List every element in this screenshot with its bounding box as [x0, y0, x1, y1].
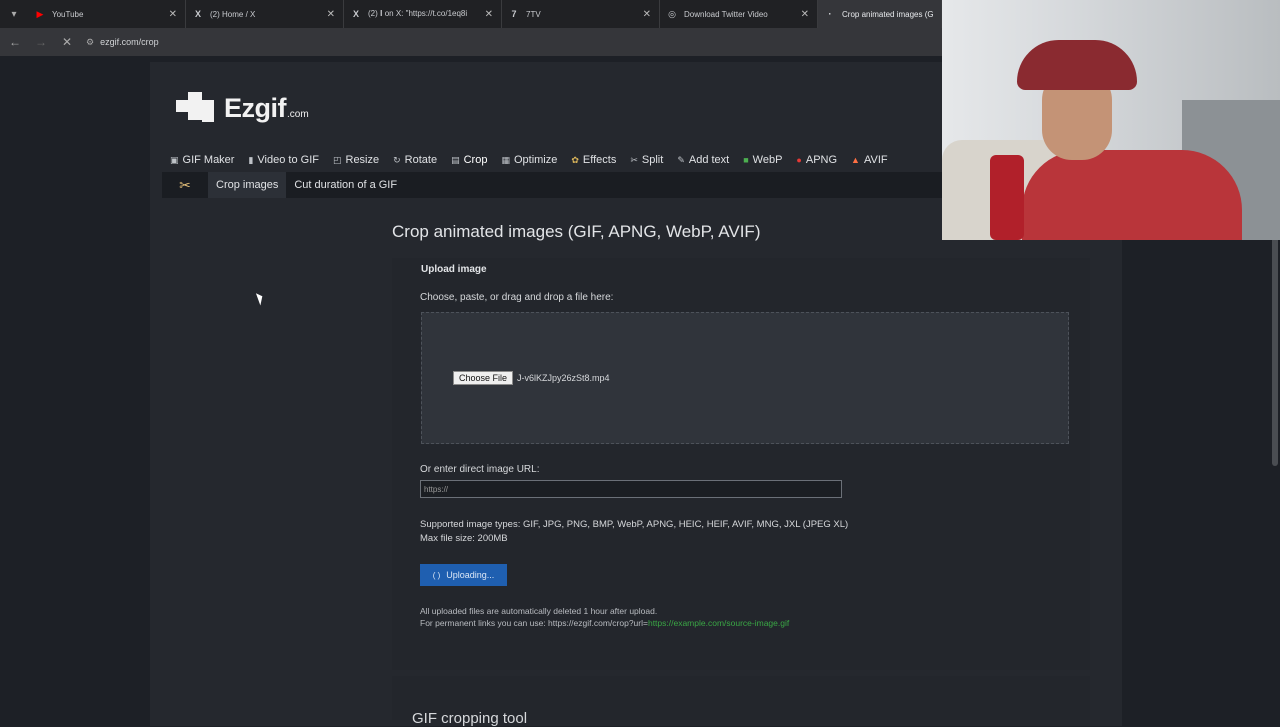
tab-ezgif-crop[interactable]: · Crop animated images (GIF, A: [818, 0, 942, 28]
spinner-icon: ( ): [432, 570, 441, 580]
tab-search-dropdown[interactable]: ▾: [0, 0, 28, 28]
close-icon[interactable]: ✕: [169, 9, 177, 20]
scrollbar-thumb[interactable]: [1272, 236, 1278, 466]
nav-resize[interactable]: ◰ Resize: [333, 154, 379, 166]
image-url-input[interactable]: https://: [420, 480, 842, 498]
scissors-icon: ✂: [179, 176, 191, 193]
nav-webp[interactable]: ■ WebP: [743, 154, 782, 166]
effects-icon: ✿: [571, 154, 579, 165]
avif-icon: ▲: [851, 155, 860, 165]
apng-icon: ●: [796, 155, 802, 165]
cropping-tool-title: GIF cropping tool: [412, 710, 528, 727]
split-icon: ✂: [630, 154, 638, 165]
upload-note: All uploaded files are automatically del…: [420, 606, 790, 628]
camera-icon: ▣: [170, 154, 179, 165]
example-link[interactable]: https://example.com/source-image.gif: [648, 618, 789, 628]
forward-button[interactable]: →: [30, 31, 52, 53]
x-icon: X: [352, 9, 359, 19]
rotate-icon: ↻: [393, 154, 401, 165]
choose-file-button[interactable]: Choose File: [453, 371, 514, 385]
tab-7tv[interactable]: 7 7TV ✕: [502, 0, 660, 28]
nav-effects[interactable]: ✿ Effects: [571, 154, 616, 166]
nav-add-text[interactable]: ✎ Add text: [677, 154, 729, 166]
youtube-icon: ▶: [36, 8, 44, 19]
back-button[interactable]: ←: [4, 31, 26, 53]
ezgif-logo-icon: [176, 92, 216, 124]
url-label: Or enter direct image URL:: [420, 464, 540, 475]
nav-optimize[interactable]: ▦ Optimize: [501, 154, 557, 166]
close-icon[interactable]: ✕: [643, 9, 651, 20]
arrow-left-icon: ←: [9, 35, 21, 49]
webp-icon: ■: [743, 155, 749, 165]
stop-icon: ✕: [61, 35, 73, 49]
close-icon[interactable]: ✕: [801, 9, 809, 20]
chevron-down-icon: ▾: [11, 8, 17, 20]
subnav-cut-duration[interactable]: Cut duration of a GIF: [286, 172, 405, 198]
nav-crop[interactable]: ▤ Crop: [451, 154, 487, 166]
webcam-overlay: [942, 0, 1280, 240]
7tv-icon: 7: [511, 9, 517, 19]
page-title: Crop animated images (GIF, APNG, WebP, A…: [392, 222, 761, 241]
supported-types: Supported image types: GIF, JPG, PNG, BM…: [420, 519, 849, 544]
upload-button[interactable]: ( ) Uploading...: [420, 564, 507, 586]
globe-icon: ◎: [668, 8, 676, 19]
subnav-crop-images[interactable]: Crop images: [208, 172, 287, 198]
tab-download-twitter[interactable]: ◎ Download Twitter Video ✕: [660, 0, 818, 28]
optimize-icon: ▦: [501, 154, 510, 165]
arrow-right-icon: →: [35, 35, 47, 49]
text-icon: ✎: [677, 154, 685, 165]
tab-youtube[interactable]: ▶ YouTube ✕: [28, 0, 186, 28]
x-icon: X: [194, 9, 201, 19]
sub-nav: ✂ Crop images Cut duration of a GIF: [162, 172, 942, 198]
crop-icon: ▤: [451, 154, 460, 165]
stop-button[interactable]: ✕: [56, 31, 78, 53]
close-icon[interactable]: ✕: [485, 9, 493, 20]
file-input: Choose File J-v6lKZJpy26zSt8.mp4: [453, 371, 610, 385]
nav-gif-maker[interactable]: ▣ GIF Maker: [170, 154, 234, 166]
main-nav: ▣ GIF Maker ▮ Video to GIF ◰ Resize ↻ Rotate…: [170, 150, 902, 170]
site-info-icon[interactable]: ⚙: [86, 37, 94, 48]
nav-video-to-gif[interactable]: ▮ Video to GIF: [248, 154, 319, 166]
url-bar[interactable]: ⚙ ezgif.com/crop: [86, 31, 926, 53]
resize-icon: ◰: [332, 154, 342, 165]
tab-x-post[interactable]: X (2) 𝐈 on X: "https://t.co/1eq8i ✕: [344, 0, 502, 28]
film-icon: ▮: [248, 154, 254, 165]
upload-heading: Upload image: [421, 264, 487, 275]
nav-apng[interactable]: ● APNG: [796, 154, 837, 166]
tab-x-home[interactable]: X (2) Home / X ✕: [186, 0, 344, 28]
site-logo[interactable]: Ezgif .com: [176, 92, 309, 124]
nav-split[interactable]: ✂ Split: [630, 154, 663, 166]
close-icon[interactable]: ✕: [327, 9, 335, 20]
nav-rotate[interactable]: ↻ Rotate: [393, 154, 437, 166]
selected-file-name: J-v6lKZJpy26zSt8.mp4: [517, 373, 610, 383]
choose-file-label: Choose, paste, or drag and drop a file h…: [420, 292, 614, 303]
nav-avif[interactable]: ▲ AVIF: [851, 154, 888, 166]
loading-icon: ·: [828, 9, 832, 19]
address-bar: ← → ✕ ⚙ ezgif.com/crop: [0, 28, 942, 56]
